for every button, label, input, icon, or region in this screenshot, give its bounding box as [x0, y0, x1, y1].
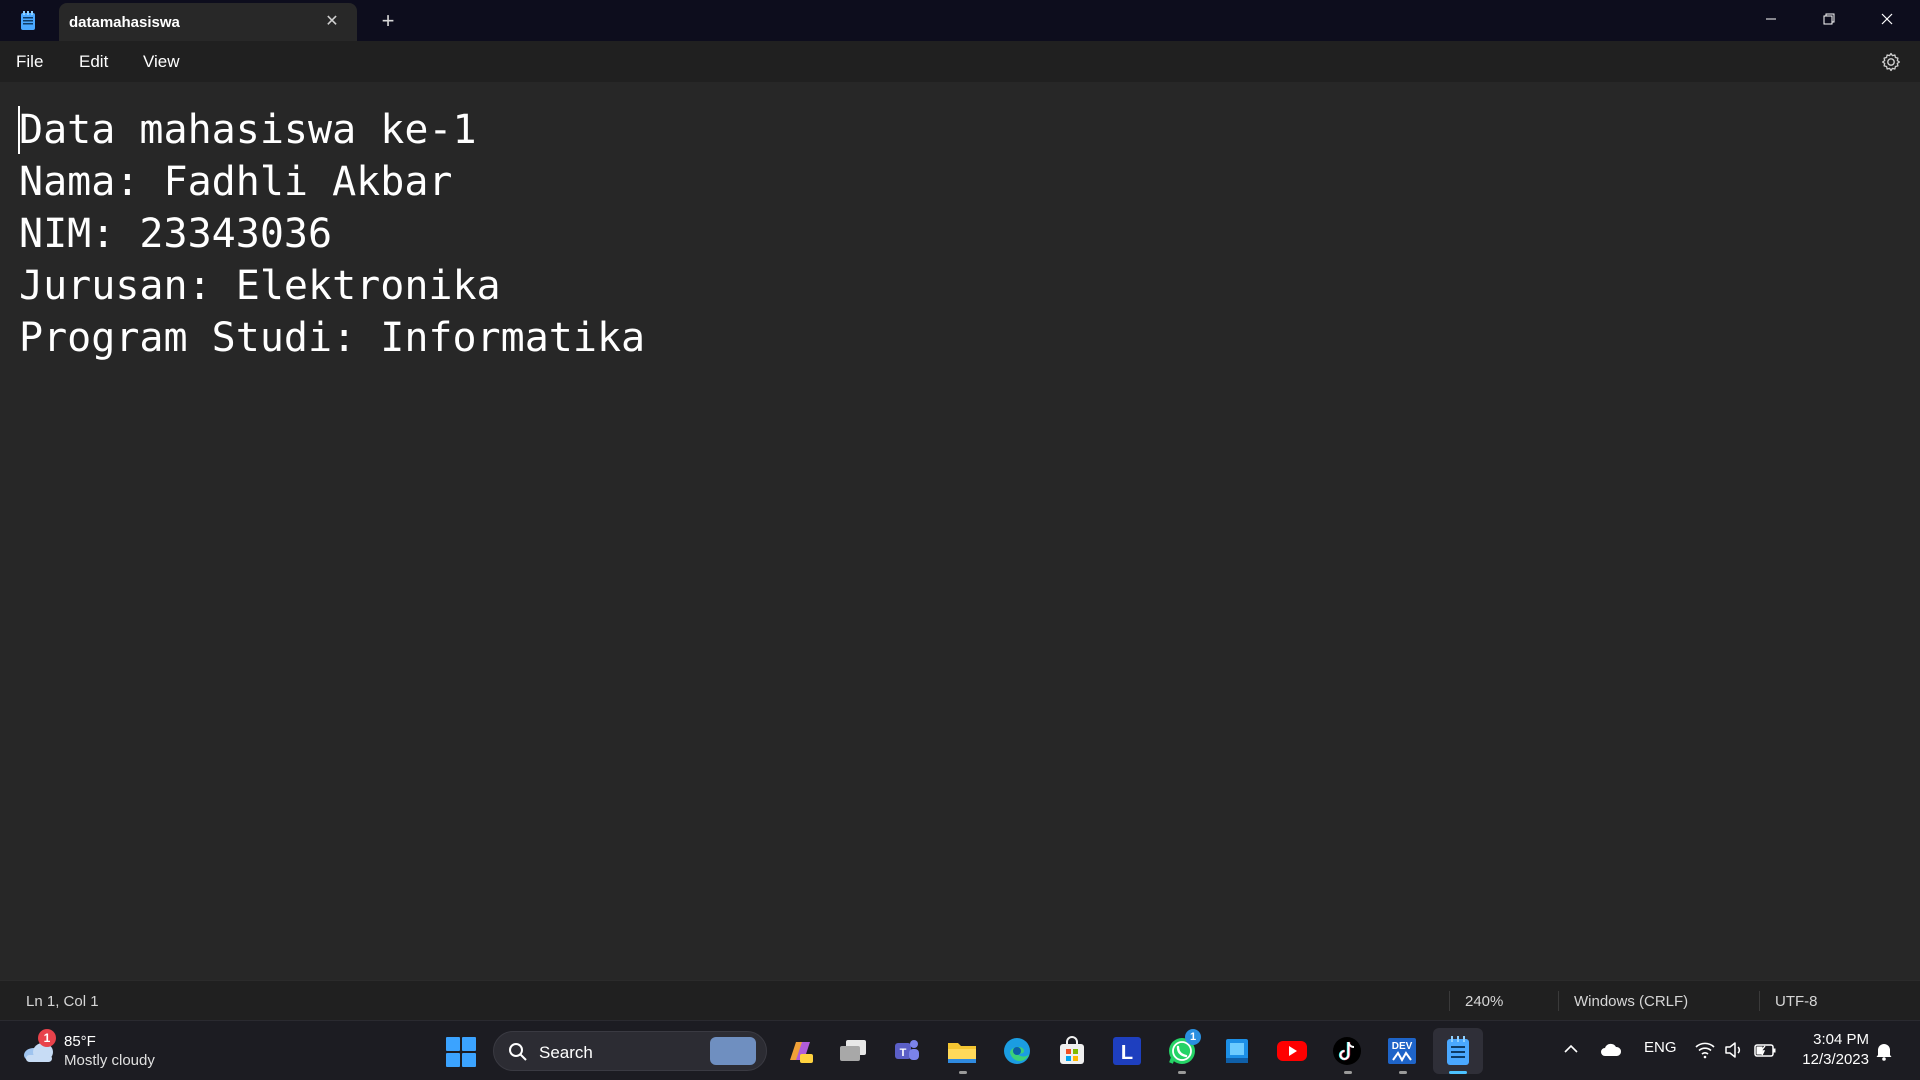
editor-line: Jurusan: Elektronika [19, 263, 501, 309]
search-icon [509, 1043, 527, 1061]
menu-edit[interactable]: Edit [79, 52, 108, 72]
bell-icon[interactable] [1875, 1041, 1893, 1061]
minimize-icon [1766, 18, 1776, 20]
editor-line: Data mahasiswa ke-1 [19, 107, 477, 153]
search-highlight-image [710, 1037, 756, 1065]
encoding[interactable]: UTF-8 [1775, 993, 1818, 1010]
task-view-icon[interactable] [835, 1033, 871, 1069]
tab-title: datamahasiswa [69, 14, 180, 31]
running-indicator [959, 1071, 967, 1074]
tiktok-icon[interactable] [1329, 1033, 1365, 1069]
task-view-logo-icon [840, 1040, 866, 1061]
editor-line: Nama: Fadhli Akbar [19, 159, 453, 205]
start-button[interactable] [446, 1037, 476, 1067]
teams-icon[interactable]: T [889, 1033, 925, 1069]
notepad-app-icon [21, 11, 35, 30]
menu-bar: File Edit View [0, 41, 1920, 82]
copilot-icon[interactable] [781, 1033, 817, 1069]
file-explorer-icon[interactable] [944, 1033, 980, 1069]
onedrive-cloud-icon[interactable] [1600, 1043, 1622, 1057]
blue-app-icon[interactable] [1219, 1033, 1255, 1069]
folder-icon [948, 1043, 976, 1063]
line-ending[interactable]: Windows (CRLF) [1574, 993, 1688, 1010]
windows-logo-icon [446, 1037, 460, 1051]
editor-line: Program Studi: Informatika [19, 315, 646, 361]
dev-app-icon[interactable]: DEV [1384, 1033, 1420, 1069]
svg-text:T: T [900, 1047, 907, 1059]
editor-line: NIM: 23343036 [19, 211, 333, 257]
cursor-position: Ln 1, Col 1 [26, 993, 99, 1010]
svg-text:L: L [1121, 1042, 1133, 1064]
svg-text:DEV: DEV [1392, 1041, 1413, 1052]
weather-temperature[interactable]: 85°F [64, 1033, 96, 1050]
youtube-icon[interactable] [1274, 1033, 1310, 1069]
status-bar: Ln 1, Col 1 240% Windows (CRLF) UTF-8 [0, 980, 1920, 1020]
l-app-icon[interactable]: L [1109, 1033, 1145, 1069]
status-divider [1449, 991, 1450, 1011]
edge-logo-icon [1004, 1038, 1030, 1064]
book-app-icon [1226, 1039, 1248, 1063]
tab-datamahasiswa[interactable]: datamahasiswa ✕ [59, 3, 357, 41]
windows-logo-tile [446, 1053, 460, 1067]
close-icon [1881, 13, 1893, 25]
copilot-logo-icon [790, 1042, 813, 1063]
restore-icon [1823, 13, 1835, 25]
weather-description[interactable]: Mostly cloudy [64, 1052, 155, 1069]
clock-date[interactable]: 12/3/2023 [1793, 1051, 1869, 1068]
running-indicator [1178, 1071, 1186, 1074]
weather-badge: 1 [38, 1029, 56, 1047]
running-indicator [1344, 1071, 1352, 1074]
gear-icon[interactable] [1880, 51, 1902, 73]
active-indicator [1449, 1071, 1467, 1074]
minimize-button[interactable] [1742, 0, 1800, 38]
plus-icon[interactable]: + [377, 9, 399, 33]
tiktok-logo-icon [1333, 1037, 1361, 1065]
microsoft-store-icon[interactable] [1054, 1033, 1090, 1069]
search-label: Search [539, 1043, 593, 1062]
status-divider [1759, 991, 1760, 1011]
menu-file[interactable]: File [16, 52, 43, 72]
windows-logo-tile [462, 1037, 476, 1051]
restore-button[interactable] [1800, 0, 1858, 38]
notepad-icon [1447, 1036, 1469, 1065]
text-editor[interactable]: Data mahasiswa ke-1 Nama: Fadhli Akbar NIM… [0, 82, 1920, 980]
menu-view[interactable]: View [143, 52, 180, 72]
taskbar-search-box[interactable]: Search [493, 1031, 767, 1071]
windows-logo-tile [462, 1053, 476, 1067]
edge-icon[interactable] [999, 1033, 1035, 1069]
status-divider [1558, 991, 1559, 1011]
chevron-up-icon[interactable] [1563, 1043, 1579, 1055]
editor-content[interactable]: Data mahasiswa ke-1 Nama: Fadhli Akbar NIM… [19, 104, 645, 364]
l-logo-icon: L [1113, 1037, 1141, 1065]
battery-charging-icon[interactable] [1753, 1041, 1777, 1059]
volume-icon[interactable] [1724, 1041, 1744, 1059]
clock-time[interactable]: 3:04 PM [1793, 1031, 1869, 1048]
dev-logo-icon: DEV [1388, 1038, 1416, 1064]
taskbar: 1 85°F Mostly cloudy Search T L 1 DEV EN… [0, 1020, 1920, 1080]
close-icon[interactable]: ✕ [322, 12, 342, 32]
store-logo-icon [1060, 1036, 1084, 1064]
notepad-taskbar-icon[interactable] [1433, 1028, 1483, 1074]
whatsapp-badge: 1 [1185, 1029, 1201, 1045]
zoom-level[interactable]: 240% [1465, 993, 1503, 1010]
window-close-button[interactable] [1858, 0, 1916, 38]
youtube-logo-icon [1277, 1041, 1307, 1061]
teams-logo-icon: T [895, 1040, 919, 1060]
running-indicator [1399, 1071, 1407, 1074]
wifi-icon[interactable] [1695, 1041, 1715, 1059]
input-language[interactable]: ENG [1644, 1039, 1677, 1056]
title-bar: datamahasiswa ✕ + [0, 0, 1920, 41]
